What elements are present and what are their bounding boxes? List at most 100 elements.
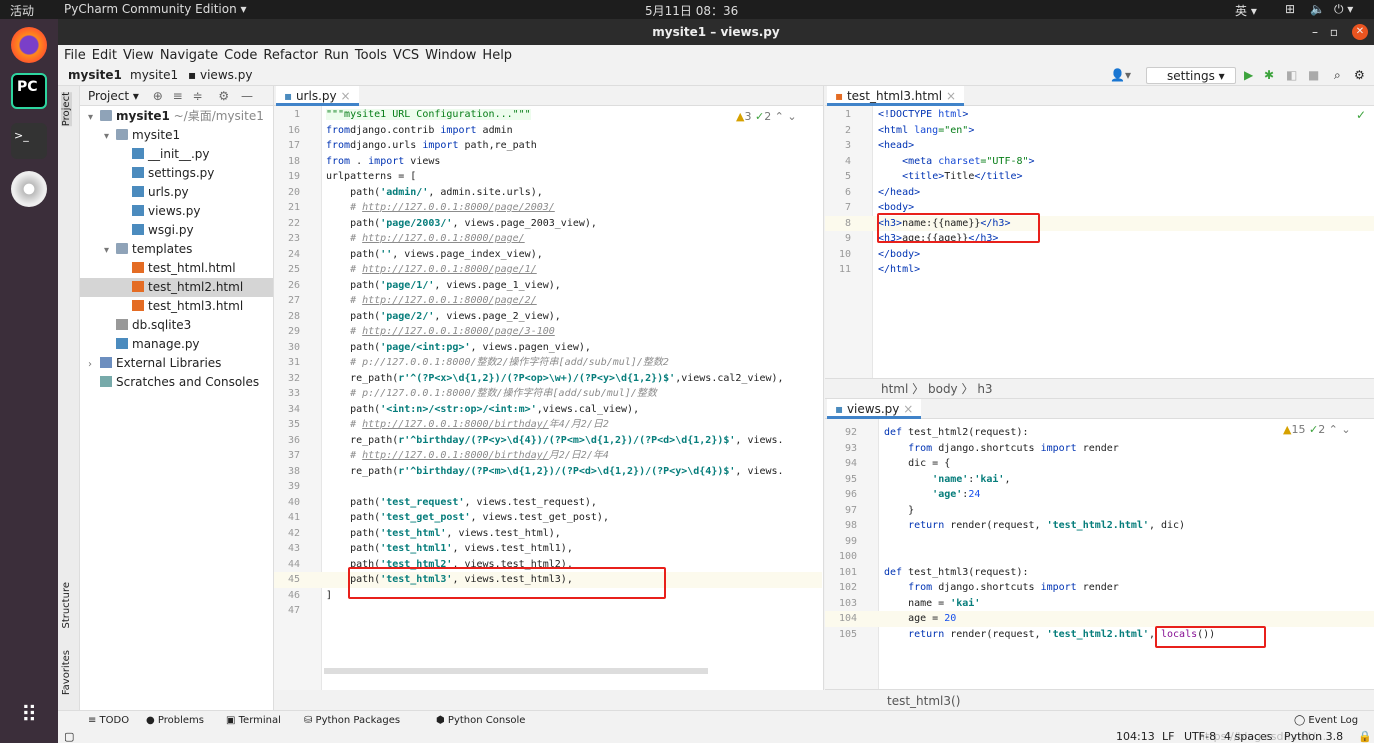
code-line[interactable]: 1 """mysite1 URL Configuration...""" [274,107,822,123]
clock[interactable]: 5月11日 08：36 [645,2,738,19]
breadcrumb-folder[interactable]: mysite1 [130,68,178,82]
crumb-body[interactable]: body [928,382,958,396]
menu-view[interactable]: View [123,45,154,66]
code-line[interactable]: 27 # http://127.0.0.1:8000/page/2/ [274,293,822,309]
code-line[interactable]: 19 urlpatterns = [ [274,169,822,185]
menu-refactor[interactable]: Refactor [263,45,318,66]
menu-window[interactable]: Window [425,45,476,66]
code-line[interactable]: 39 [274,479,822,495]
views-code[interactable]: 92 def test_html2(request): 93 from django… [825,425,1374,642]
pycharm-icon[interactable]: PC [11,73,47,109]
code-line[interactable]: 11 </html> [825,262,1374,278]
user-icon[interactable]: 👤▾ [1110,68,1131,82]
volume-icon[interactable]: 🔈 [1310,2,1325,16]
lock-icon[interactable]: 🔒 [1358,730,1372,743]
search-icon[interactable]: ⌕ [1334,68,1341,83]
close-tab-icon[interactable]: × [946,89,956,103]
python-interpreter[interactable]: Python 3.8 [1284,730,1343,743]
tab-views-py[interactable]: ▪ views.py × [827,399,922,419]
breadcrumb-project[interactable]: mysite1 [68,68,122,82]
menu-vcs[interactable]: VCS [393,45,419,66]
tree-item[interactable]: views.py [80,202,273,221]
terminal-icon[interactable]: >_ [11,123,47,159]
menu-code[interactable]: Code [224,45,257,66]
code-line[interactable]: 31 # p://127.0.0.1:8000/整数2/操作字符串[add/su… [274,355,822,371]
status-toggle-icon[interactable]: ▢ [64,730,74,743]
line-separator[interactable]: LF [1162,730,1174,743]
code-line[interactable]: 105 return render(request, 'test_html2.h… [825,627,1374,643]
chevron-icon[interactable]: › [88,355,100,374]
function-breadcrumb[interactable]: test_html3() [825,689,1374,711]
code-line[interactable]: 41 path('test_get_post', views.test_get_… [274,510,822,526]
code-line[interactable]: 36 re_path(r'^birthday/(?P<y>\d{4})/(?P<… [274,433,822,449]
crumb-h3[interactable]: h3 [977,382,992,396]
gear-icon[interactable]: ⚙ [1354,68,1365,82]
debug-icon[interactable]: ✱ [1264,68,1274,82]
code-line[interactable]: 104 age = 20 [825,611,1374,627]
close-tab-icon[interactable]: × [340,89,350,103]
run-config-select[interactable]: settings ▾ [1146,67,1236,84]
project-view-select[interactable]: Project ▾ [88,89,139,103]
tool-window-0[interactable]: ≡ TODO [88,715,129,726]
code-line[interactable]: 32 re_path(r'^(?P<x>\d{1,2})/(?P<op>\w+)… [274,371,822,387]
tool-window-4[interactable]: ⬢ Python Console [436,715,525,726]
code-line[interactable]: 102 from django.shortcuts import render [825,580,1374,596]
code-line[interactable]: 42 path('test_html', views.test_html), [274,526,822,542]
tree-item[interactable]: ▾ mysite1 [80,126,273,145]
menu-tools[interactable]: Tools [355,45,387,66]
code-line[interactable]: 100 [825,549,1374,565]
event-log-button[interactable]: ◯ Event Log [1294,715,1358,726]
tree-item[interactable]: __init__.py [80,145,273,164]
run-icon[interactable]: ▶ [1244,68,1253,82]
tab-test-html3[interactable]: ▪ test_html3.html × [827,86,965,106]
code-line[interactable]: 1 <!DOCTYPE html> [825,107,1374,123]
favorites-tool-tab[interactable]: Favorites [61,650,72,695]
code-line[interactable]: 47 [274,603,822,619]
code-line[interactable]: 18 from . import views [274,154,822,170]
tree-item[interactable]: test_html.html [80,259,273,278]
input-method[interactable]: 英 ▾ [1235,2,1257,19]
code-line[interactable]: 17 fromdjango.urls import path,re_path [274,138,822,154]
structure-tool-tab[interactable]: Structure [61,582,72,629]
code-line[interactable]: 99 [825,534,1374,550]
chevron-icon[interactable]: ▾ [88,108,100,127]
tree-item[interactable]: ▾ mysite1 ~/桌面/mysite1 [80,107,273,126]
code-line[interactable]: 34 path('<int:n>/<str:op>/<int:m>',views… [274,402,822,418]
show-apps-icon[interactable]: ⠿ [11,703,47,739]
menu-navigate[interactable]: Navigate [160,45,218,66]
horizontal-scrollbar[interactable] [324,668,708,674]
caret-position[interactable]: 104:13 [1116,730,1155,743]
breadcrumb-file[interactable]: views.py [200,68,252,82]
code-line[interactable]: 29 # http://127.0.0.1:8000/page/3-100 [274,324,822,340]
tab-urls-py[interactable]: ▪ urls.py × [276,86,359,106]
collapse-all-icon[interactable]: ≑ [193,89,203,103]
hide-icon[interactable]: — [241,89,253,103]
maximize-button[interactable]: ▫ [1330,19,1338,45]
code-line[interactable]: 4 <meta charset="UTF-8"> [825,154,1374,170]
tree-item[interactable]: db.sqlite3 [80,316,273,335]
tree-item[interactable]: urls.py [80,183,273,202]
code-line[interactable]: 16 fromdjango.contrib import admin [274,123,822,139]
code-line[interactable]: 26 path('page/1/', views.page_1_view), [274,278,822,294]
network-icon[interactable]: ⊞ [1285,2,1295,16]
chevron-icon[interactable]: ▾ [104,241,116,260]
html-code[interactable]: 1 <!DOCTYPE html> 2 <html lang="en"> 3 <head>… [825,107,1374,278]
code-line[interactable]: 35 # http://127.0.0.1:8000/birthday/年4/月… [274,417,822,433]
code-line[interactable]: 30 path('page/<int:pg>', views.pagen_vie… [274,340,822,356]
code-line[interactable]: 37 # http://127.0.0.1:8000/birthday/月2/日… [274,448,822,464]
tree-item[interactable]: › External Libraries [80,354,273,373]
code-line[interactable]: 103 name = 'kai' [825,596,1374,612]
code-line[interactable]: 96 'age':24 [825,487,1374,503]
menu-file[interactable]: File [64,45,86,66]
menu-edit[interactable]: Edit [92,45,117,66]
gear-icon[interactable]: ⚙ [218,89,229,103]
tool-window-1[interactable]: ● Problems [146,715,204,726]
tree-item[interactable]: test_html3.html [80,297,273,316]
menu-run[interactable]: Run [324,45,349,66]
tree-item[interactable]: test_html2.html [80,278,273,297]
code-line[interactable]: 20 path('admin/', admin.site.urls), [274,185,822,201]
project-tool-tab[interactable]: Project [61,92,72,127]
stop-icon[interactable]: ■ [1308,68,1319,82]
code-line[interactable]: 24 path('', views.page_index_view), [274,247,822,263]
code-line[interactable]: 95 'name':'kai', [825,472,1374,488]
